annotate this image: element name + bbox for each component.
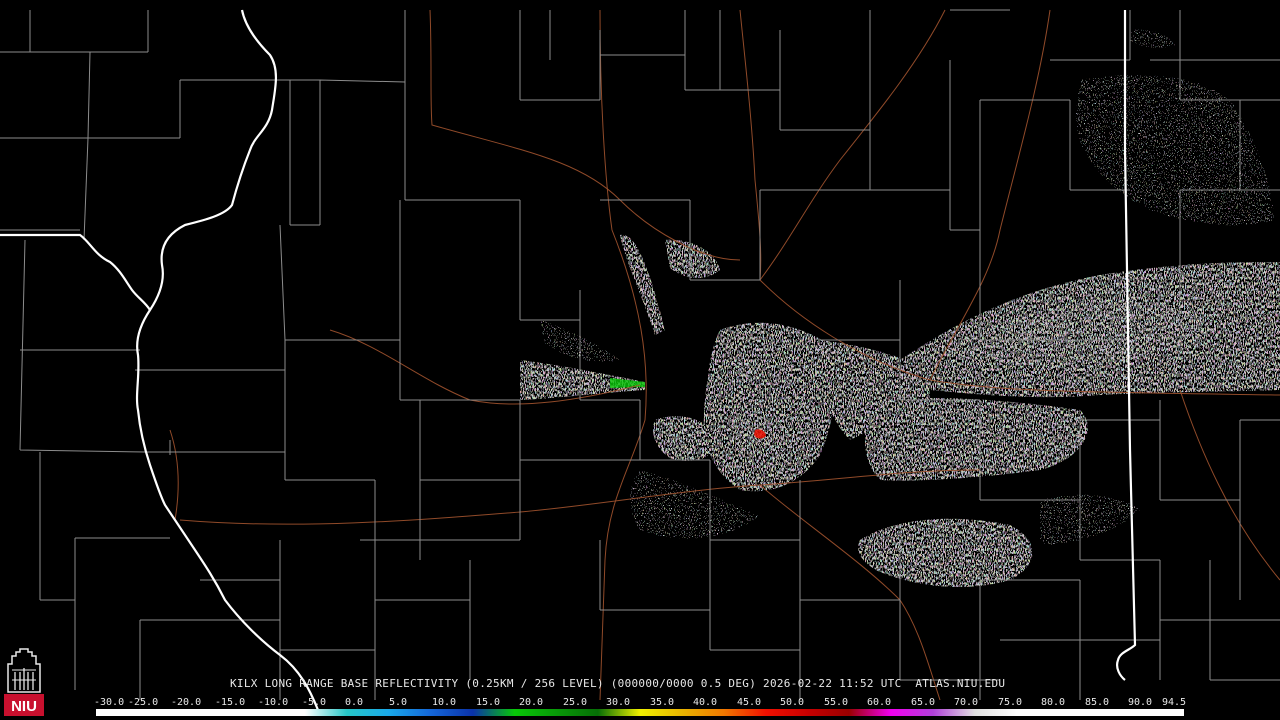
scale-label: 60.0	[867, 697, 892, 708]
road-northeast	[739, 9, 762, 281]
scale-label: 70.0	[954, 697, 979, 708]
scale-segment	[222, 709, 264, 716]
state-line-iowa-missouri	[0, 233, 151, 311]
scale-segment	[682, 709, 724, 716]
road-i72	[179, 469, 981, 525]
scale-label: 50.0	[780, 697, 805, 708]
scale-label: 20.0	[519, 697, 544, 708]
scale-segment	[933, 709, 975, 716]
color-scale-labels: -30.0 -25.0 -20.0 -15.0 -10.0 -5.0 0.0 5.0 10.0 1…	[94, 697, 1194, 709]
scale-segment	[724, 709, 766, 716]
radar-map	[0, 9, 1280, 711]
scale-label: 0.0	[345, 697, 364, 708]
scale-label: 65.0	[911, 697, 936, 708]
scale-label: 90.0	[1128, 697, 1153, 708]
echo-spoke-north	[665, 239, 720, 279]
scale-segment	[1142, 709, 1184, 716]
scale-segment	[514, 709, 556, 716]
scale-label: 35.0	[650, 697, 675, 708]
scale-segment	[138, 709, 180, 716]
scale-segment	[849, 709, 891, 716]
echo-scatter-northeast	[1075, 75, 1275, 226]
scale-label: 94.5	[1162, 697, 1187, 708]
road-us136	[429, 9, 741, 261]
scale-segment	[807, 709, 849, 716]
scale-segment	[556, 709, 598, 716]
scale-segment	[347, 709, 389, 716]
scale-label: 85.0	[1085, 697, 1110, 708]
scale-label: 25.0	[563, 697, 588, 708]
scale-segment	[431, 709, 473, 716]
scale-label: 30.0	[606, 697, 631, 708]
state-line-mississippi-river	[135, 9, 320, 711]
scale-segment	[1100, 709, 1142, 716]
scale-segment	[891, 709, 933, 716]
scale-label: -5.0	[302, 697, 327, 708]
color-scale-bar	[96, 709, 1184, 716]
svg-text:NIU: NIU	[11, 698, 37, 715]
scale-label: 5.0	[389, 697, 408, 708]
scale-label: 15.0	[476, 697, 501, 708]
radar-display: NIU KILX LONG RANGE BASE REFLECTIVITY (0…	[0, 0, 1280, 720]
echo-spoke-northwest	[620, 234, 665, 335]
road-west-short	[169, 429, 179, 521]
road-south-east-2	[1179, 389, 1280, 581]
product-caption: KILX LONG RANGE BASE REFLECTIVITY (0.25K…	[230, 677, 1006, 690]
scale-label: 45.0	[737, 697, 762, 708]
scale-label: -20.0	[171, 697, 202, 708]
niu-altgeld-tower-icon: NIU	[4, 648, 44, 716]
scale-segment	[766, 709, 808, 716]
scale-label: 75.0	[998, 697, 1023, 708]
scale-segment	[975, 709, 1017, 716]
scale-label: 10.0	[432, 697, 457, 708]
scale-label: 80.0	[1041, 697, 1066, 708]
scale-label: 55.0	[824, 697, 849, 708]
scale-label: -10.0	[258, 697, 289, 708]
scale-segment	[389, 709, 431, 716]
echo-blob-southeast	[858, 518, 1033, 587]
echo-scatter-north	[1130, 29, 1175, 48]
echo-radar-cluster	[703, 322, 836, 492]
scale-label: -30.0	[94, 697, 125, 708]
scale-segment	[640, 709, 682, 716]
scale-segment	[305, 709, 347, 716]
scale-segment	[96, 709, 138, 716]
scale-label: 40.0	[693, 697, 718, 708]
scale-segment	[1017, 709, 1059, 716]
scale-segment	[598, 709, 640, 716]
echo-tongue-south	[865, 398, 1088, 481]
scale-segment	[1058, 709, 1100, 716]
scale-segment	[180, 709, 222, 716]
scale-label: -15.0	[215, 697, 246, 708]
scale-label: -25.0	[128, 697, 159, 708]
scale-segment	[473, 709, 515, 716]
echo-scatter-east-lower	[1040, 494, 1140, 545]
road-southeast	[759, 484, 941, 701]
scale-segment	[263, 709, 305, 716]
road-i57	[759, 9, 946, 281]
